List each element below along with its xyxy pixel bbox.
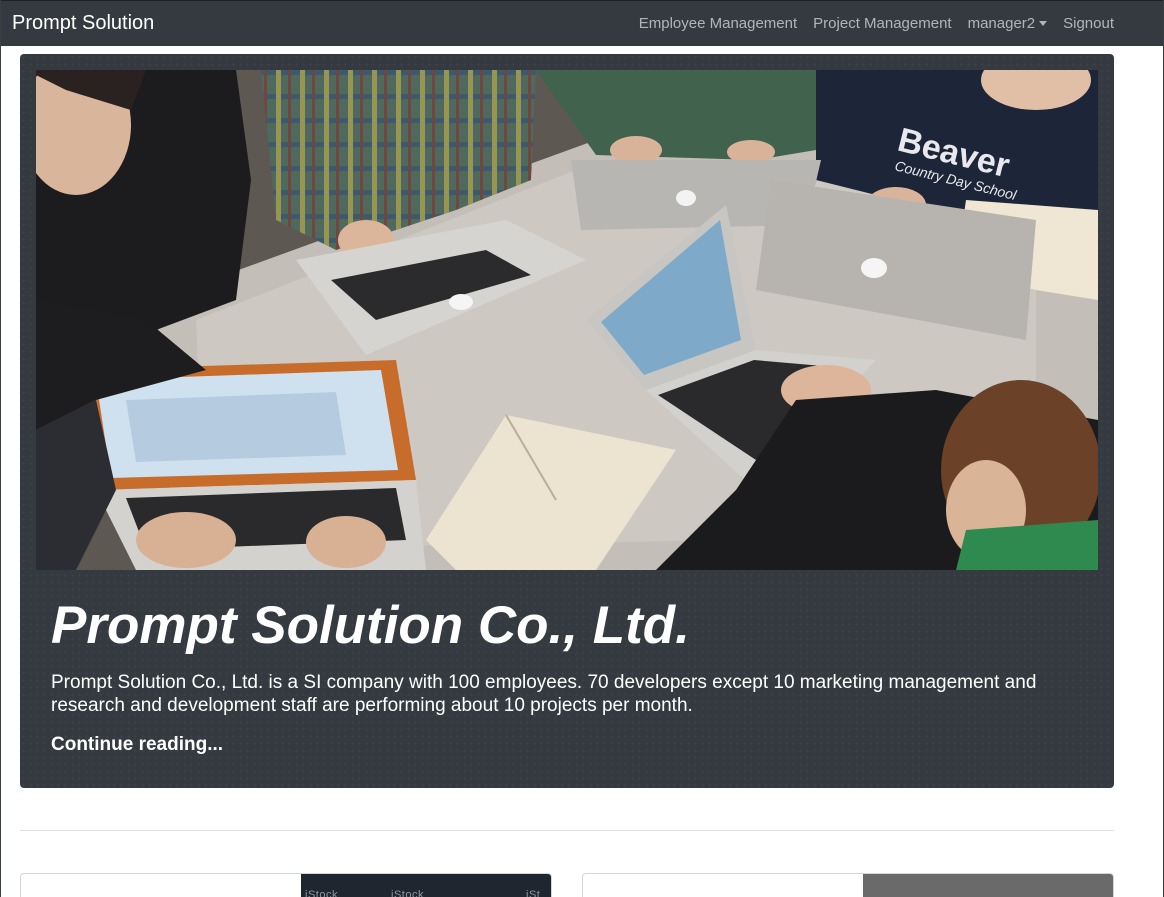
watermark-text: iStock xyxy=(305,889,338,897)
section-divider xyxy=(20,830,1114,831)
card-2-thumbnail xyxy=(863,874,1113,897)
hero-jumbotron: Beaver Country Day School Prompt Solutio… xyxy=(20,54,1114,788)
nav-signout-label: Signout xyxy=(1063,15,1114,32)
nav-project-management-label: Project Management xyxy=(813,15,952,32)
nav-links: Employee Management Project Management m… xyxy=(623,15,1114,33)
feature-card-1: iStock iStock iSt xyxy=(20,873,552,897)
continue-reading-link[interactable]: Continue reading... xyxy=(51,733,223,756)
top-navbar: Prompt Solution Employee Management Proj… xyxy=(1,0,1163,46)
nav-employee-management-label: Employee Management xyxy=(638,15,798,32)
card-1-thumbnail: iStock iStock iSt xyxy=(301,874,551,897)
nav-user-dropdown[interactable]: manager2 xyxy=(968,15,1048,33)
browser-page: Prompt Solution Employee Management Proj… xyxy=(0,0,1164,897)
hero-description: Prompt Solution Co., Ltd. is a SI compan… xyxy=(51,672,1037,716)
nav-employee-management[interactable]: Employee Management xyxy=(639,15,797,33)
watermark-text: iStock xyxy=(391,889,424,897)
nav-user-label: manager2 xyxy=(967,15,1036,32)
watermark-text: iSt xyxy=(526,889,541,897)
feature-card-2 xyxy=(582,873,1114,897)
hero-title: Prompt Solution Co., Ltd. xyxy=(51,596,690,655)
brand-link[interactable]: Prompt Solution xyxy=(12,11,154,35)
nav-project-management[interactable]: Project Management xyxy=(813,15,951,33)
hero-photo-illustration: Beaver Country Day School xyxy=(36,70,1098,570)
hero-image: Beaver Country Day School xyxy=(36,70,1098,570)
caret-down-icon xyxy=(1039,20,1048,26)
nav-signout[interactable]: Signout xyxy=(1063,15,1114,33)
